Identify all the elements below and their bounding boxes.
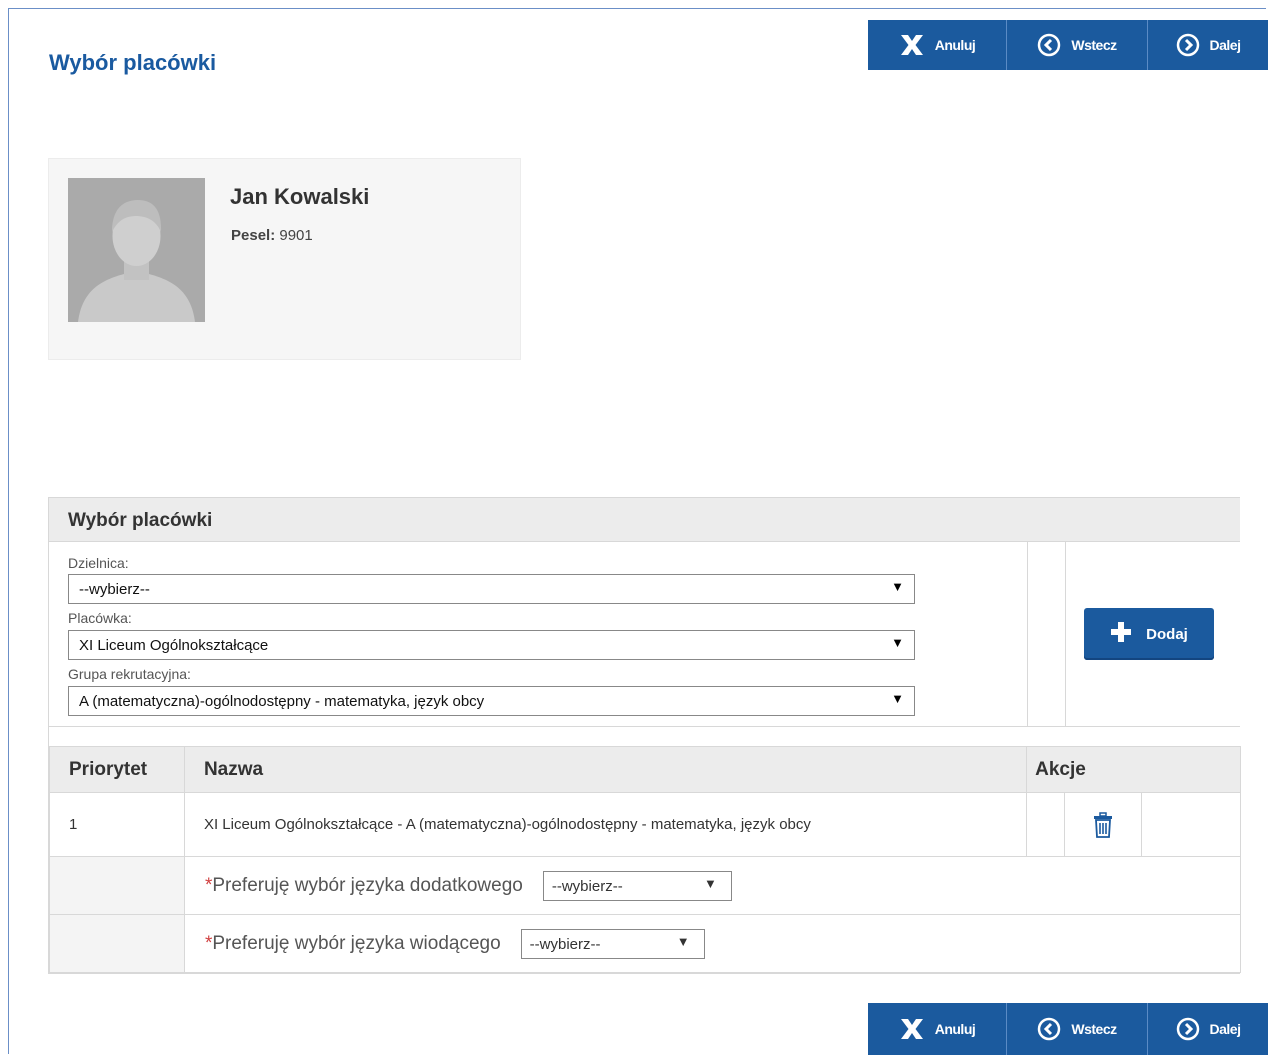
column-header-name: Nazwa xyxy=(183,746,1028,793)
preference-cell: * Preferuję wybór języka dodatkowego --w… xyxy=(183,856,1242,915)
add-label: Dodaj xyxy=(1146,625,1188,643)
empty-cell xyxy=(49,914,185,973)
preference-row: * Preferuję wybór języka wiodącego --wyb… xyxy=(49,914,1242,973)
school-value: XI Liceum Ogólnokształcące xyxy=(79,637,269,654)
school-label: Placówka: xyxy=(68,610,132,626)
empty-cell xyxy=(49,856,185,915)
delete-cell xyxy=(1064,792,1143,857)
column-divider xyxy=(1027,542,1028,726)
chevron-down-icon: ▼ xyxy=(676,933,690,949)
leading-language-label: Preferuję wybór języka wiodącego xyxy=(212,932,501,954)
cancel-button[interactable]: Anuluj xyxy=(868,20,1007,70)
avatar xyxy=(68,178,205,322)
panel-spacer xyxy=(49,726,1240,746)
plus-icon xyxy=(1110,621,1132,647)
preference-cell: * Preferuję wybór języka wiodącego --wyb… xyxy=(183,914,1242,973)
required-mark: * xyxy=(204,932,213,954)
additional-language-label: Preferuję wybór języka dodatkowego xyxy=(212,874,523,896)
chevron-down-icon: ▼ xyxy=(891,579,904,594)
selection-form: Dzielnica: --wybierz-- ▼ Placówka: XI Li… xyxy=(49,542,1027,726)
cancel-button[interactable]: Anuluj xyxy=(868,1003,1007,1055)
cancel-label: Anuluj xyxy=(934,1021,976,1037)
action-spacer-cell xyxy=(1026,792,1066,857)
selection-table: Priorytet Nazwa Akcje 1 XI Liceum Ogólno… xyxy=(49,746,1242,973)
district-label: Dzielnica: xyxy=(68,555,129,571)
column-divider xyxy=(1065,542,1066,726)
page-title: Wybór placówki xyxy=(49,50,217,75)
next-label: Dalej xyxy=(1209,1021,1241,1037)
next-button[interactable]: Dalej xyxy=(1148,20,1268,70)
panel-title: Wybór placówki xyxy=(68,510,213,531)
x-icon xyxy=(899,1018,925,1040)
pesel-value: 9901 xyxy=(279,227,313,244)
add-button[interactable]: Dodaj xyxy=(1084,608,1214,660)
district-value: --wybierz-- xyxy=(79,581,150,598)
user-silhouette-icon xyxy=(68,178,205,322)
trash-icon[interactable] xyxy=(1066,811,1140,838)
table-row: 1 XI Liceum Ogólnokształcące - A (matema… xyxy=(49,792,1241,857)
district-select[interactable]: --wybierz-- ▼ xyxy=(68,574,915,604)
back-label: Wstecz xyxy=(1071,37,1117,53)
name-cell: XI Liceum Ogólnokształcące - A (matematy… xyxy=(183,792,1028,857)
person-name: Jan Kowalski xyxy=(230,184,370,209)
panel-header: Wybór placówki xyxy=(49,498,1240,542)
next-label: Dalej xyxy=(1209,37,1241,53)
back-button[interactable]: Wstecz xyxy=(1007,1003,1148,1055)
next-button[interactable]: Dalej xyxy=(1148,1003,1268,1055)
additional-language-value: --wybierz-- xyxy=(551,877,623,895)
circle-arrow-right-icon xyxy=(1176,1017,1200,1041)
cancel-label: Anuluj xyxy=(934,37,976,53)
column-header-priority: Priorytet xyxy=(49,746,185,793)
action-empty-cell xyxy=(1141,792,1241,857)
chevron-down-icon: ▼ xyxy=(891,691,904,706)
school-select[interactable]: XI Liceum Ogólnokształcące ▼ xyxy=(68,630,915,660)
pesel-label: Pesel: xyxy=(231,227,276,244)
chevron-down-icon: ▼ xyxy=(891,635,904,650)
pesel-line: Pesel: 9901 xyxy=(231,227,313,244)
column-header-actions: Akcje xyxy=(1026,746,1241,793)
bottom-nav-bar: Anuluj Wstecz Dalej xyxy=(868,1003,1268,1055)
group-select[interactable]: A (matematyczna)-ogólnodostępny - matema… xyxy=(68,686,915,716)
top-nav-bar: Anuluj Wstecz Dalej xyxy=(868,20,1268,70)
leading-language-value: --wybierz-- xyxy=(529,935,601,953)
group-label: Grupa rekrutacyjna: xyxy=(68,666,191,682)
group-value: A (matematyczna)-ogólnodostępny - matema… xyxy=(79,693,485,710)
profile-card: Jan Kowalski Pesel: 9901 xyxy=(48,158,521,360)
circle-arrow-left-icon xyxy=(1037,33,1061,57)
x-icon xyxy=(899,34,925,56)
circle-arrow-right-icon xyxy=(1176,33,1200,57)
leading-language-select[interactable]: --wybierz-- ▼ xyxy=(520,928,705,959)
required-mark: * xyxy=(204,874,213,896)
back-button[interactable]: Wstecz xyxy=(1007,20,1148,70)
back-label: Wstecz xyxy=(1071,1021,1117,1037)
preference-row: * Preferuję wybór języka dodatkowego --w… xyxy=(49,856,1242,915)
circle-arrow-left-icon xyxy=(1037,1017,1061,1041)
priority-cell: 1 xyxy=(49,792,185,857)
chevron-down-icon: ▼ xyxy=(703,875,717,891)
additional-language-select[interactable]: --wybierz-- ▼ xyxy=(542,870,732,901)
school-selection-panel: Wybór placówki Dzielnica: --wybierz-- ▼ … xyxy=(48,497,1242,974)
table-header-row: Priorytet Nazwa Akcje xyxy=(49,746,1241,793)
